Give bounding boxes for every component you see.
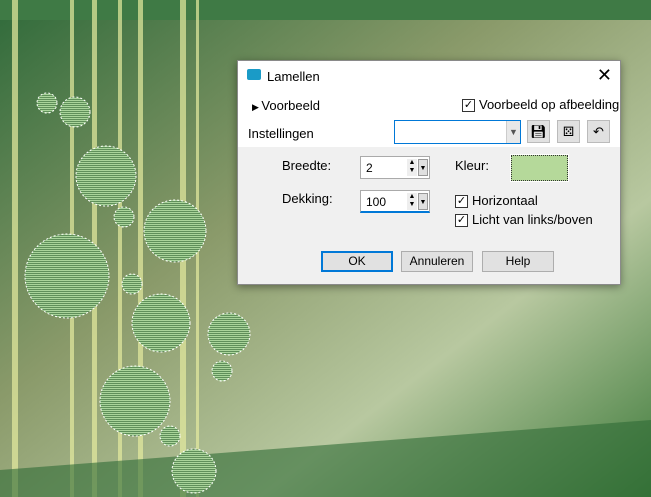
preview-on-image-checkbox[interactable]: ✓ Voorbeeld op afbeelding: [462, 97, 620, 113]
reset-icon: ↶: [593, 124, 604, 139]
light-label: Licht van links/boven: [472, 212, 593, 227]
opacity-value: 100: [366, 195, 387, 209]
checkmark-icon: ✓: [462, 99, 475, 113]
triangle-right-icon: ▶: [252, 102, 262, 112]
color-swatch[interactable]: [510, 154, 569, 182]
light-checkbox[interactable]: ✓ Licht van links/boven: [455, 212, 593, 228]
preview-expander[interactable]: ▶ Voorbeeld: [252, 98, 320, 113]
opacity-spinner[interactable]: 100 ▲ ▼ ▼: [360, 190, 430, 213]
horizontal-checkbox[interactable]: ✓ Horizontaal: [455, 193, 538, 209]
width-spinner[interactable]: 2 ▲ ▼ ▼: [360, 156, 430, 179]
ok-button[interactable]: OK: [321, 251, 393, 272]
save-preset-button[interactable]: 💾︎: [527, 120, 550, 143]
opacity-label: Dekking:: [282, 191, 333, 206]
width-label: Breedte:: [282, 158, 332, 173]
settings-label: Instellingen: [248, 126, 314, 141]
floppy-disk-icon: 💾︎: [530, 124, 547, 139]
up-down-arrows-icon[interactable]: ▲ ▼: [407, 159, 417, 176]
chevron-down-icon: ▼: [506, 121, 520, 143]
checkmark-icon: ✓: [455, 214, 468, 228]
app-icon: [247, 69, 261, 80]
dialog-title: Lamellen: [267, 69, 320, 84]
up-down-arrows-icon[interactable]: ▲ ▼: [407, 193, 417, 210]
cancel-button[interactable]: Annuleren: [401, 251, 473, 272]
close-button[interactable]: ✕: [597, 65, 612, 86]
randomize-button[interactable]: ⚄: [557, 120, 580, 143]
dropdown-arrow-icon[interactable]: ▼: [418, 159, 428, 176]
dice-icon: ⚄: [562, 124, 575, 139]
checkmark-icon: ✓: [455, 195, 468, 209]
reset-button[interactable]: ↶: [587, 120, 610, 143]
dropdown-arrow-icon[interactable]: ▼: [418, 193, 428, 210]
color-label: Kleur:: [455, 158, 489, 173]
preview-on-image-label: Voorbeeld op afbeelding: [479, 97, 620, 112]
settings-dropdown[interactable]: ▼: [394, 120, 521, 144]
help-button[interactable]: Help: [482, 251, 554, 272]
width-value: 2: [366, 161, 373, 175]
horizontal-label: Horizontaal: [472, 193, 538, 208]
lamellen-dialog: Lamellen ✕ ▶ Voorbeeld ✓ Voorbeeld op afb…: [237, 60, 621, 285]
preview-label: Voorbeeld: [261, 98, 320, 113]
